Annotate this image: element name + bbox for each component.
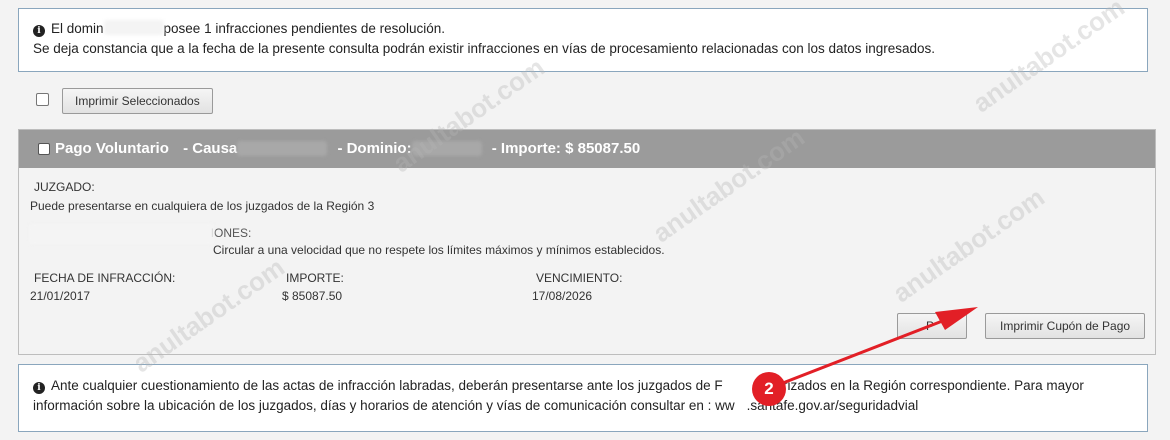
infraction-header: Pago Voluntario - Causa - Dominio: - Imp… xyxy=(19,130,1155,168)
court-information-notice: i Ante cualquier cuestionamiento de las a… xyxy=(18,364,1148,432)
bottom-line-2: información sobre la ubicación de los ju… xyxy=(33,398,919,413)
infraction-type: Pago Voluntario xyxy=(55,140,169,157)
pay-button[interactable]: P xyxy=(897,313,967,339)
select-all-checkbox[interactable] xyxy=(36,93,49,106)
infraction-description: Circular a una velocidad que no respete … xyxy=(213,243,665,257)
vencimiento-value: 17/08/2026 xyxy=(532,289,593,303)
notice-line-1: i El domin posee 1 infracciones pendientes… xyxy=(33,19,1133,39)
importe-value: $ 85087.50 xyxy=(282,289,343,303)
print-coupon-button[interactable]: Imprimir Cupón de Pago xyxy=(985,313,1146,339)
redacted-domain xyxy=(103,20,164,35)
bottom-line-1: i Ante cualquier cuestionamiento de las a… xyxy=(33,376,1133,396)
juzgado-text: Puede presentarse en cualquiera de los j… xyxy=(30,199,375,213)
redacted-dominio xyxy=(411,141,482,156)
infraction-amount: - Importe: $ 85087.50 xyxy=(491,140,641,157)
step-number-badge: 2 xyxy=(752,372,786,406)
juzgado-label: JUZGADO: xyxy=(34,180,95,194)
info-icon: i xyxy=(33,382,45,394)
infraction-panel: Pago Voluntario - Causa - Dominio: - Imp… xyxy=(18,129,1156,355)
fecha-label: FECHA DE INFRACCIÓN: xyxy=(34,271,176,285)
importe-label: IMPORTE: xyxy=(286,271,344,285)
infraction-checkbox[interactable] xyxy=(38,143,50,155)
info-icon: i xyxy=(33,25,45,37)
vencimiento-label: VENCIMIENTO: xyxy=(536,271,623,285)
print-selected-button[interactable]: Imprimir Seleccionados xyxy=(62,88,213,114)
notice-line-2: Se deja constancia que a la fecha de la … xyxy=(33,41,936,56)
fecha-value: 21/01/2017 xyxy=(30,289,91,303)
redacted-dominio-causas xyxy=(29,224,214,244)
pending-infractions-notice: i El domin posee 1 infracciones pendientes… xyxy=(18,8,1148,72)
redacted-causa xyxy=(237,141,328,156)
